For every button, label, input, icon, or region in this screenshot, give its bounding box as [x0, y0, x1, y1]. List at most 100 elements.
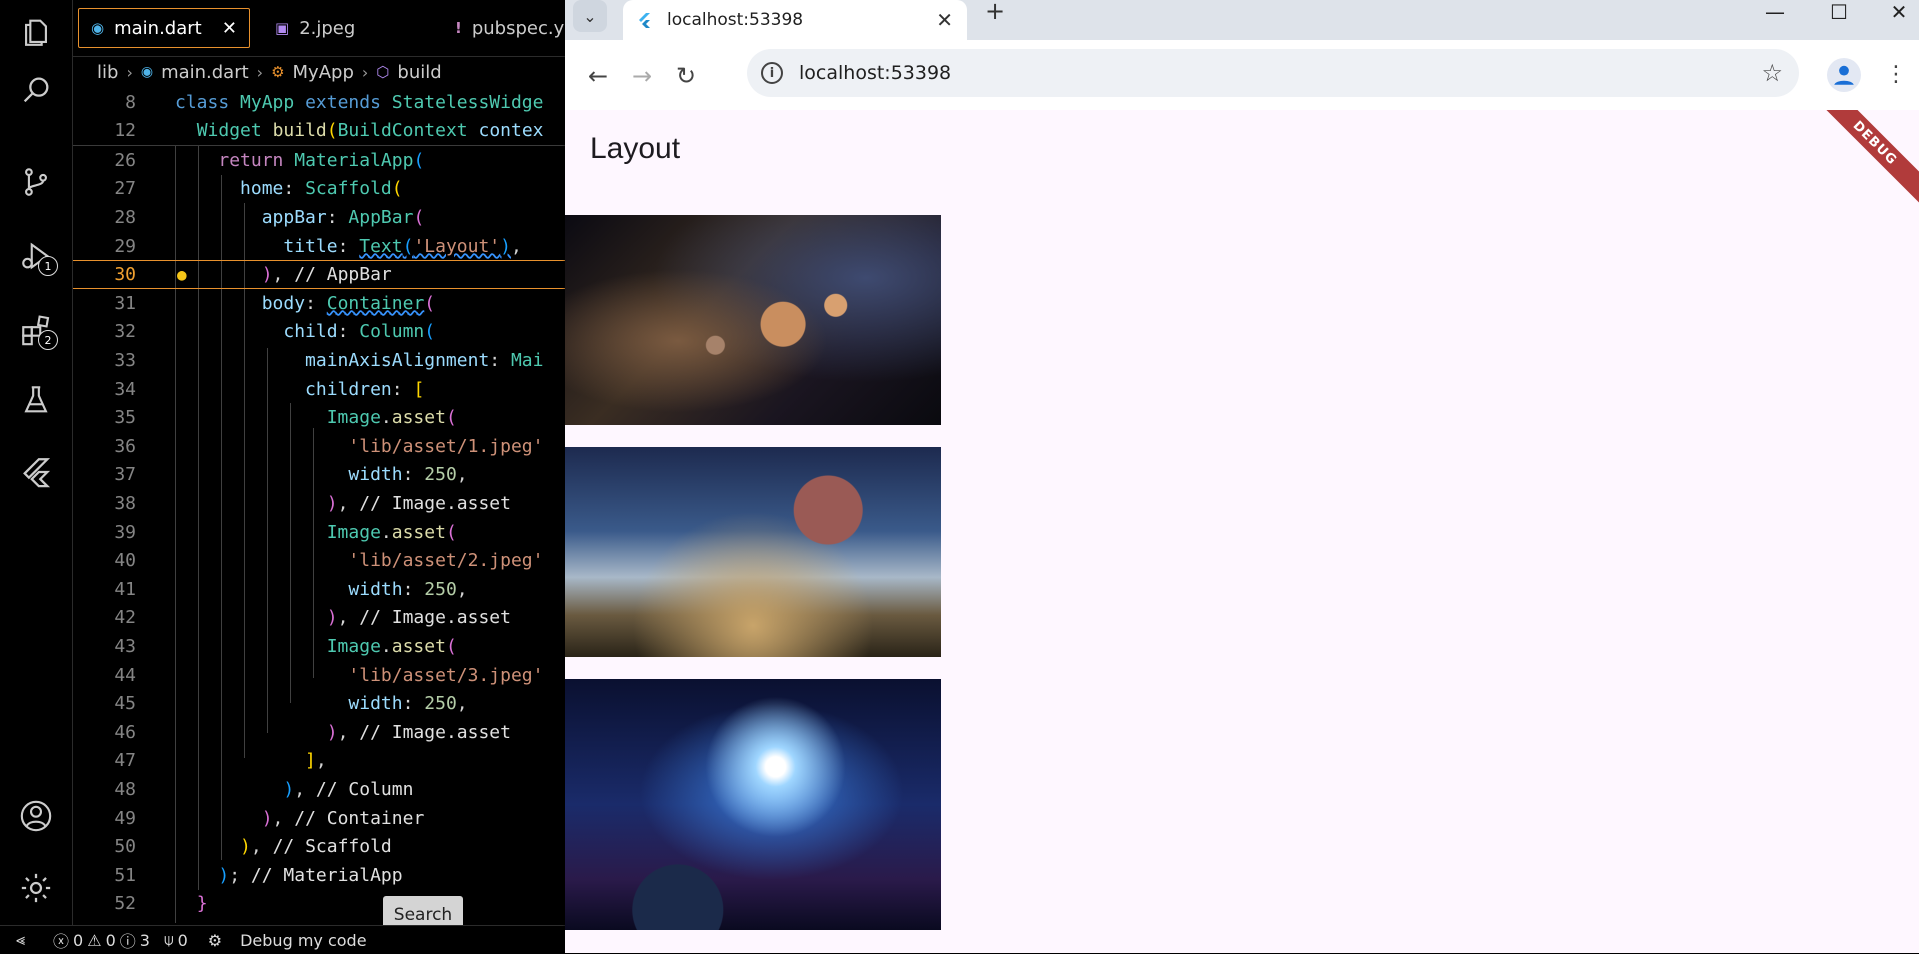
breadcrumb-lib[interactable]: lib: [97, 62, 118, 83]
editor-tabs: ◉ main.dart ✕ ▣ 2.jpeg ! pubspec.y: [73, 0, 566, 57]
code-line: 33 mainAxisAlignment: Mai: [114, 349, 544, 371]
site-info-icon[interactable]: i: [761, 62, 783, 84]
address-bar[interactable]: i localhost:53398 ☆: [747, 49, 1799, 97]
settings-gear-icon[interactable]: [16, 868, 56, 908]
ports-indicator[interactable]: ⍦ 0: [164, 930, 188, 950]
maximize-icon[interactable]: ☐: [1819, 0, 1859, 24]
run-debug-icon[interactable]: 1: [16, 236, 58, 276]
planet-landscape-image: [565, 447, 941, 657]
code-line: 37 width: 250,: [114, 464, 468, 486]
code-line: 53}: [73, 918, 566, 923]
info-count: 3: [139, 930, 150, 950]
code-line: 52 }: [114, 893, 208, 915]
code-line: 48 ), // Column: [114, 778, 414, 800]
appbar-title: Layout: [590, 132, 681, 165]
account-icon[interactable]: [16, 796, 56, 836]
browser-tab[interactable]: localhost:53398 ✕: [623, 0, 967, 40]
url-text: localhost:53398: [799, 62, 952, 84]
close-tab-icon[interactable]: ✕: [222, 18, 237, 39]
yaml-icon: !: [455, 19, 462, 37]
flutter-app-viewport: Layout DEBUG: [565, 110, 1919, 953]
debug-run-icon: ⚙: [207, 930, 223, 950]
code-line: 47 ],: [114, 750, 327, 772]
dart-icon: ◉: [91, 19, 105, 37]
code-line: 28 appBar: AppBar(: [114, 206, 425, 228]
code-line: 26 return MaterialApp(: [114, 149, 425, 171]
tab-main-dart[interactable]: ◉ main.dart ✕: [78, 8, 250, 48]
breadcrumb: lib › ◉ main.dart › ⚙ MyApp › ⬡ build: [73, 58, 566, 86]
code-line: 49 ), // Container: [114, 807, 425, 829]
code-line: 44 'lib/asset/3.jpeg': [114, 664, 544, 686]
galaxy-image: [565, 679, 941, 930]
browser-window: ⌄ localhost:53398 ✕ + — ☐ ✕ ← → ↻ i loca…: [565, 0, 1919, 953]
bookmark-star-icon[interactable]: ☆: [1761, 59, 1783, 87]
code-line: 38 ), // Image.asset: [114, 492, 511, 514]
problems-indicator[interactable]: ⓧ 0 ⚠ 0 ⓘ 3: [53, 928, 150, 952]
code-line: 32 child: Column(: [114, 321, 436, 343]
tab-pubspec[interactable]: ! pubspec.y: [443, 8, 573, 48]
close-tab-icon[interactable]: ✕: [936, 8, 953, 32]
code-line: 34 children: [: [114, 378, 425, 400]
source-control-icon[interactable]: [16, 162, 56, 202]
ports-count: 0: [177, 930, 188, 950]
breadcrumb-class[interactable]: MyApp: [293, 62, 354, 83]
forward-icon[interactable]: →: [626, 60, 658, 92]
error-count: 0: [73, 930, 84, 950]
breadcrumb-file[interactable]: main.dart: [161, 62, 249, 83]
tab-search-button[interactable]: ⌄: [573, 0, 607, 32]
code-line: 41 width: 250,: [114, 578, 468, 600]
minimize-icon[interactable]: —: [1755, 0, 1795, 24]
back-icon[interactable]: ←: [582, 60, 614, 92]
method-icon: ⬡: [376, 63, 390, 81]
chevron-right-icon: ›: [361, 62, 369, 82]
code-editor[interactable]: 8 class MyApp extends StatelessWidge 12 W…: [73, 88, 566, 923]
tab-2-jpeg[interactable]: ▣ 2.jpeg: [263, 8, 433, 48]
image-icon: ▣: [275, 19, 290, 37]
code-line: 45 width: 250,: [114, 693, 468, 715]
info-icon: ⓘ: [119, 932, 136, 951]
code-line: 31 body: Container(: [114, 292, 436, 314]
code-line: 12 Widget build(BuildContext contex: [73, 116, 566, 146]
extensions-icon[interactable]: 2: [16, 310, 58, 350]
warning-count: 0: [105, 930, 116, 950]
flutter-icon[interactable]: [16, 452, 56, 492]
warning-icon: ⚠: [87, 930, 102, 950]
code-line: 27 home: Scaffold(: [114, 178, 403, 200]
tab-title: localhost:53398: [667, 10, 804, 30]
reload-icon[interactable]: ↻: [670, 60, 702, 92]
error-icon: ⓧ: [53, 932, 70, 951]
explorer-icon[interactable]: [16, 12, 56, 52]
debug-banner: DEBUG: [1810, 110, 1919, 208]
tab-strip: ⌄ localhost:53398 ✕ + — ☐ ✕: [565, 0, 1919, 40]
code-line-current: 30 ● ), // AppBar: [73, 260, 566, 289]
flutter-favicon: [639, 13, 650, 28]
extensions-badge: 2: [38, 330, 58, 350]
browser-toolbar: ← → ↻ i localhost:53398 ☆ ⋮: [565, 40, 1919, 111]
code-line: 46 ), // Image.asset: [114, 721, 511, 743]
dart-icon: ◉: [140, 64, 154, 80]
testing-icon[interactable]: [16, 380, 56, 420]
more-menu-icon[interactable]: ⋮: [1885, 62, 1907, 88]
new-tab-button[interactable]: +: [985, 0, 1005, 23]
search-icon[interactable]: [16, 70, 56, 110]
code-line: 40 'lib/asset/2.jpeg': [114, 550, 544, 572]
remote-icon[interactable]: ⪡: [16, 930, 25, 950]
close-window-icon[interactable]: ✕: [1879, 0, 1919, 24]
code-line: 39 Image.asset(: [114, 521, 457, 543]
chevron-right-icon: ›: [256, 62, 264, 82]
person-icon: [1834, 65, 1854, 85]
breadcrumb-method[interactable]: build: [397, 62, 441, 83]
code-line: 35 Image.asset(: [114, 407, 457, 429]
tab-label: pubspec.y: [471, 17, 565, 39]
tab-label: 2.jpeg: [299, 17, 356, 39]
activity-bar: 1 2: [0, 0, 73, 925]
code-line: 50 ), // Scaffold: [114, 836, 392, 858]
antenna-icon: ⍦: [163, 930, 174, 949]
profile-avatar[interactable]: [1827, 58, 1861, 92]
chevron-right-icon: ›: [126, 62, 133, 82]
debug-indicator[interactable]: ⚙ Debug my code: [208, 931, 367, 950]
solar-system-image: [565, 215, 941, 425]
code-line: 43 Image.asset(: [114, 635, 457, 657]
debug-label: Debug my code: [240, 930, 367, 950]
code-line: 51 ); // MaterialApp: [114, 864, 403, 886]
